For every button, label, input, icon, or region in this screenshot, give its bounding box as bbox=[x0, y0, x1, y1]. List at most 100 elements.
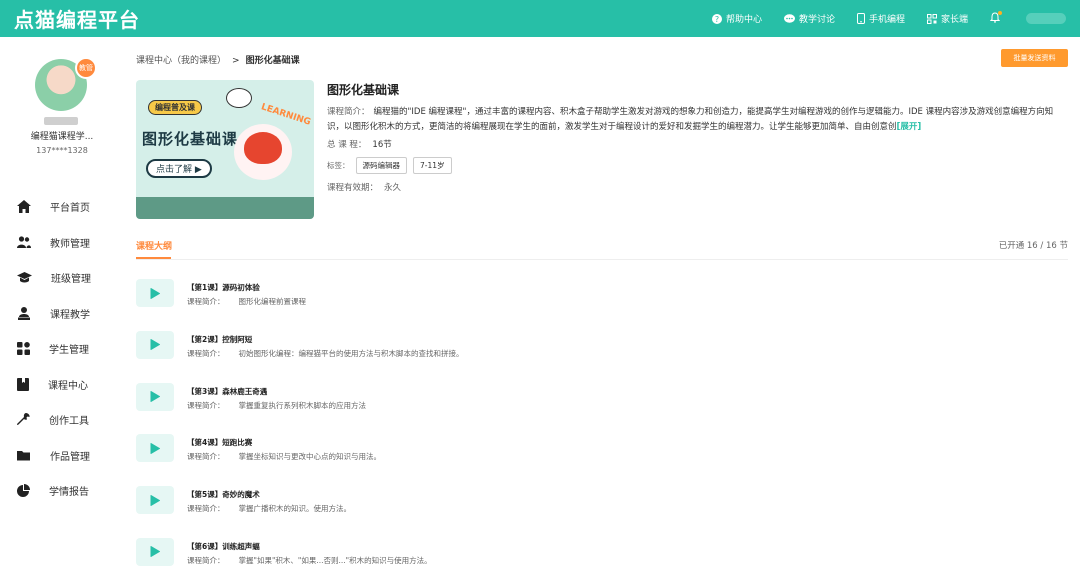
teacher-desk-icon bbox=[18, 306, 30, 320]
students-grid-icon bbox=[17, 342, 30, 356]
mascot-illustration bbox=[234, 124, 292, 180]
phone-icon bbox=[856, 13, 865, 24]
user-menu[interactable] bbox=[1026, 13, 1066, 24]
sidebar-item-label: 作品管理 bbox=[50, 451, 90, 463]
opened-lessons-count: 已开通 16 / 16 节 bbox=[998, 241, 1068, 251]
book-icon bbox=[17, 377, 29, 391]
list-item[interactable]: 【第1课】源码初体验 课程简介： 图形化编程前置课程 bbox=[136, 275, 1068, 327]
question-icon: ? bbox=[711, 13, 722, 24]
sidebar: 教管 编程猫课程学... 137****1328 平台首页 教师管理 班级管理 … bbox=[0, 37, 124, 588]
lesson-title: 【第1课】源码初体验 bbox=[187, 283, 260, 292]
lesson-description-label: 课程简介： bbox=[187, 555, 225, 565]
user-phone: 137****1328 bbox=[36, 146, 88, 155]
sidebar-item-teachers[interactable]: 教师管理 bbox=[0, 225, 124, 261]
tab-outline[interactable]: 课程大纲 bbox=[136, 239, 172, 252]
role-badge: 教管 bbox=[75, 57, 97, 79]
send-materials-button[interactable]: 批量发送资料 bbox=[1001, 49, 1068, 67]
sidebar-item-label: 学情报告 bbox=[49, 487, 89, 499]
validity-label: 课程有效期： bbox=[327, 183, 379, 193]
course-lesson-count: 总 课 程： 16节 bbox=[327, 138, 392, 150]
sidebar-menu: 平台首页 教师管理 班级管理 课程教学 学生管理 课程中心 创作工具 作品管理 bbox=[0, 189, 124, 509]
sidebar-item-label: 创作工具 bbox=[49, 416, 89, 428]
cover-title: 图形化基础课 bbox=[142, 130, 239, 148]
wrench-icon bbox=[17, 413, 30, 426]
lesson-description-text: 掌握"如果"积木、"如果...否则..."积木的知识与使用方法。 bbox=[238, 555, 432, 565]
lesson-list: 【第1课】源码初体验 课程简介： 图形化编程前置课程 【第2课】控制阿短 课程简介… bbox=[136, 275, 1068, 586]
sidebar-item-creation-tools[interactable]: 创作工具 bbox=[0, 402, 124, 438]
sidebar-item-classes[interactable]: 班级管理 bbox=[0, 260, 124, 296]
play-icon bbox=[150, 287, 160, 299]
course-description: 课程简介： 编程猫的"IDE 编程课程"，通过丰富的课程内容、积木盒子帮助学生激发… bbox=[327, 105, 1063, 135]
list-item[interactable]: 【第2课】控制阿短 课程简介： 初始图形化编程：编程猫平台的使用方法与积木脚本的查… bbox=[136, 327, 1068, 379]
cover-footer-band bbox=[136, 197, 314, 219]
parent-portal-link[interactable]: 家长端 bbox=[926, 12, 968, 25]
top-bar: 点猫编程平台 ? 帮助中心 教学讨论 手机编程 家长端 bbox=[0, 0, 1080, 37]
play-icon bbox=[150, 339, 160, 351]
lesson-title: 【第5课】奇妙的魔术 bbox=[187, 490, 260, 500]
breadcrumb-separator: > bbox=[232, 56, 240, 66]
course-tags: 标签： 源码编辑器 7-11岁 bbox=[327, 157, 452, 174]
top-nav: ? 帮助中心 教学讨论 手机编程 家长端 bbox=[711, 0, 1080, 37]
play-button[interactable] bbox=[136, 330, 174, 359]
lesson-description-label: 课程简介： bbox=[187, 452, 225, 462]
validity-value: 永久 bbox=[384, 183, 402, 193]
lesson-description: 课程简介： 图形化编程前置课程 bbox=[187, 296, 306, 307]
lesson-description: 课程简介： 掌握"如果"积木、"如果...否则..."积木的知识与使用方法。 bbox=[187, 555, 432, 566]
sidebar-item-label: 平台首页 bbox=[50, 203, 90, 215]
mobile-coding-link[interactable]: 手机编程 bbox=[856, 12, 905, 25]
main-panel: 课程中心（我的课程） > 图形化基础课 批量发送资料 编程普及课 图形化基础课 点击… bbox=[124, 37, 1080, 588]
svg-text:?: ? bbox=[715, 15, 719, 24]
breadcrumb-parent-link[interactable]: 课程中心（我的课程） bbox=[136, 56, 226, 66]
chat-icon bbox=[783, 13, 795, 23]
notification-button[interactable] bbox=[989, 10, 1002, 26]
play-button[interactable] bbox=[136, 434, 174, 463]
teachers-icon bbox=[17, 236, 31, 249]
list-item[interactable]: 【第5课】奇妙的魔术 课程简介： 掌握广播积木的知识。使用方法。 bbox=[136, 482, 1068, 534]
lesson-title: 【第6课】训练超声蝠 bbox=[187, 541, 260, 551]
sidebar-item-course-center[interactable]: 课程中心 bbox=[0, 367, 124, 403]
course-count-value: 16节 bbox=[372, 140, 392, 150]
course-description-label: 课程简介： bbox=[327, 107, 370, 117]
cover-learn-more: 点击了解 ▶ bbox=[146, 159, 212, 178]
sidebar-item-teaching[interactable]: 课程教学 bbox=[0, 296, 124, 332]
lesson-description: 课程简介： 掌握坐标知识与更改中心点的知识与用法。 bbox=[187, 451, 381, 462]
mobile-coding-label: 手机编程 bbox=[868, 15, 905, 25]
sidebar-item-home[interactable]: 平台首页 bbox=[0, 189, 124, 225]
cover-learn-more-label: 点击了解 bbox=[156, 165, 193, 175]
play-button[interactable] bbox=[136, 382, 174, 411]
lesson-description-text: 掌握广播积木的知识。使用方法。 bbox=[238, 504, 352, 514]
sidebar-item-reports[interactable]: 学情报告 bbox=[0, 473, 124, 509]
play-icon bbox=[150, 391, 160, 403]
play-button[interactable] bbox=[136, 279, 174, 307]
course-title: 图形化基础课 bbox=[327, 83, 400, 97]
sidebar-item-label: 班级管理 bbox=[51, 274, 91, 286]
app-logo[interactable]: 点猫编程平台 bbox=[14, 4, 140, 33]
sidebar-item-works[interactable]: 作品管理 bbox=[0, 438, 124, 474]
play-button[interactable] bbox=[136, 537, 174, 566]
folder-icon bbox=[17, 450, 30, 461]
expand-description-link[interactable]: [展开] bbox=[897, 122, 922, 132]
lesson-description-text: 掌握重复执行系列积木脚本的应用方法 bbox=[238, 400, 367, 410]
sidebar-item-label: 教师管理 bbox=[50, 238, 90, 250]
teaching-discussion-label: 教学讨论 bbox=[798, 15, 835, 25]
tags-label: 标签： bbox=[327, 161, 350, 170]
course-cover-image[interactable]: 编程普及课 图形化基础课 点击了解 ▶ LEARNING bbox=[136, 80, 314, 219]
help-center-link[interactable]: ? 帮助中心 bbox=[711, 12, 762, 25]
play-button[interactable] bbox=[136, 486, 174, 515]
breadcrumb: 课程中心（我的课程） > 图形化基础课 bbox=[136, 53, 300, 66]
class-cap-icon bbox=[17, 272, 32, 283]
lesson-description: 课程简介： 初始图形化编程：编程猫平台的使用方法与积木脚本的查找和拼接。 bbox=[187, 348, 464, 359]
sidebar-item-label: 学生管理 bbox=[49, 345, 89, 357]
lesson-description-label: 课程简介： bbox=[187, 297, 225, 306]
course-validity: 课程有效期： 永久 bbox=[327, 181, 401, 193]
sidebar-item-students[interactable]: 学生管理 bbox=[0, 331, 124, 367]
play-icon bbox=[150, 494, 160, 506]
sidebar-item-label: 课程中心 bbox=[48, 380, 88, 392]
list-item[interactable]: 【第6课】训练超声蝠 课程简介： 掌握"如果"积木、"如果...否则..."积木的… bbox=[136, 534, 1068, 586]
teaching-discussion-link[interactable]: 教学讨论 bbox=[783, 12, 835, 25]
avatar[interactable]: 教管 bbox=[35, 57, 97, 111]
lesson-description-text: 掌握坐标知识与更改中心点的知识与用法。 bbox=[238, 452, 382, 462]
list-item[interactable]: 【第3课】森林鹿王奇遇 课程简介： 掌握重复执行系列积木脚本的应用方法 bbox=[136, 379, 1068, 431]
list-item[interactable]: 【第4课】短跑比赛 课程简介： 掌握坐标知识与更改中心点的知识与用法。 bbox=[136, 430, 1068, 482]
lesson-title: 【第2课】控制阿短 bbox=[187, 334, 253, 344]
